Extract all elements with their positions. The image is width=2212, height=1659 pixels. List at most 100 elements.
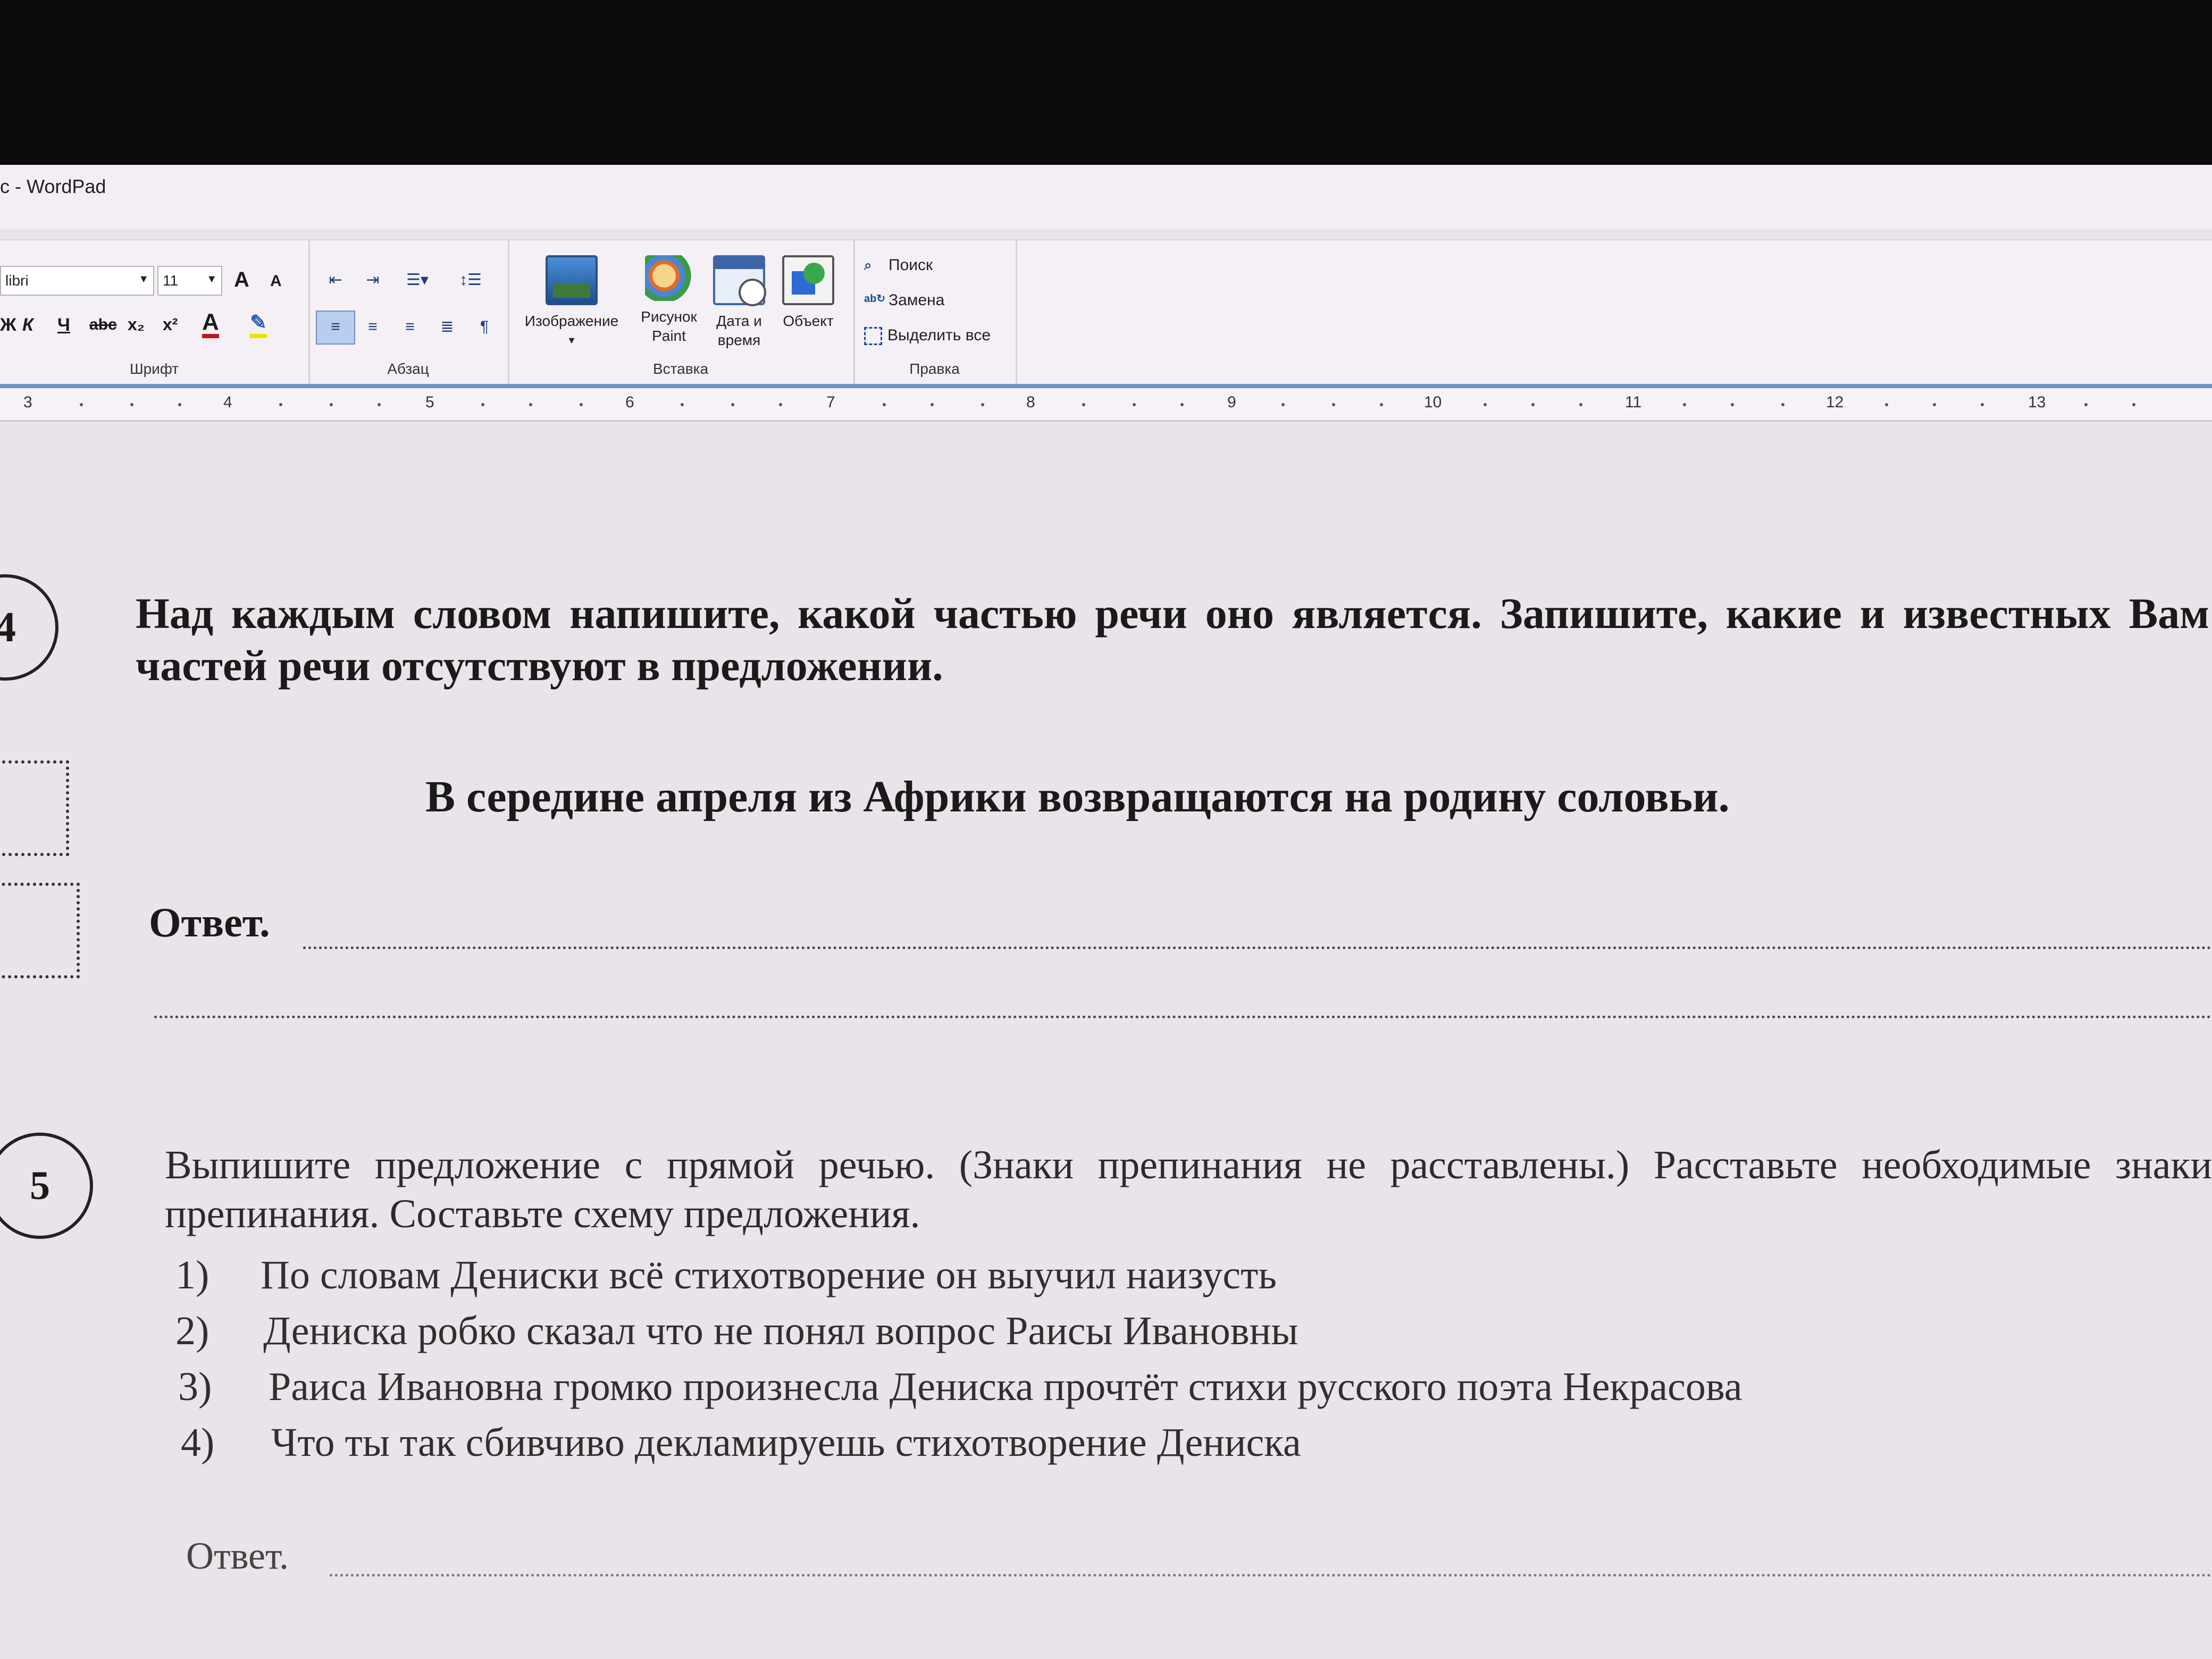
ruler-tick bbox=[580, 403, 583, 406]
underline-button[interactable]: Ч bbox=[57, 315, 70, 336]
task-4-number: 4 bbox=[0, 574, 58, 681]
insert-paint-label-1: Рисунок bbox=[641, 308, 697, 325]
task-4-answer-label: Ответ. bbox=[149, 899, 270, 945]
justify-icon[interactable]: ≣ bbox=[428, 311, 467, 345]
replace-icon: ab↻ bbox=[864, 293, 886, 305]
insert-group-label: Вставка bbox=[652, 361, 709, 377]
ruler-tick bbox=[681, 403, 684, 406]
paragraph-settings-icon[interactable]: ¶ bbox=[465, 311, 504, 345]
ruler-mark: 4 bbox=[223, 393, 232, 411]
italic-button[interactable]: К bbox=[22, 315, 33, 336]
wordpad-window: c - WordPad libri ▼ 11 ▼ A A Ж К Ч abc x… bbox=[0, 165, 2212, 1659]
document-area[interactable]: 4 Над каждым словом напишите, какой част… bbox=[0, 425, 2212, 1659]
font-group-label: Шрифт bbox=[129, 361, 179, 377]
option-number: 2) bbox=[175, 1309, 210, 1353]
task-5-text: Выпишите предложение с прямой речью. (Зн… bbox=[165, 1143, 2212, 1236]
ruler-tick bbox=[178, 403, 181, 406]
ruler-tick bbox=[130, 403, 133, 406]
ruler-tick bbox=[1281, 403, 1285, 406]
font-group: libri ▼ 11 ▼ A A Ж К Ч abc x₂ x² A ✎ Шри… bbox=[0, 240, 310, 384]
ruler-tick bbox=[1781, 403, 1784, 406]
ruler-mark: 11 bbox=[1625, 393, 1642, 411]
increase-indent-icon[interactable]: ⇥ bbox=[353, 264, 392, 298]
strikethrough-button[interactable]: abc bbox=[89, 316, 117, 334]
insert-datetime-label-1: Дата и bbox=[716, 313, 762, 329]
edit-group: ⌕ Поиск ab↻ Замена Выделить все Правка bbox=[853, 240, 1017, 384]
align-center-icon[interactable]: ≡ bbox=[353, 311, 392, 345]
subscript-button[interactable]: x₂ bbox=[128, 315, 145, 334]
find-button[interactable]: ⌕ Поиск bbox=[864, 256, 933, 275]
ruler-tick bbox=[1579, 403, 1582, 406]
ruler-tick bbox=[1683, 403, 1686, 406]
image-icon bbox=[546, 255, 598, 305]
insert-image-label: Изображение bbox=[524, 313, 619, 329]
bold-button[interactable]: Ж bbox=[0, 315, 16, 336]
line-spacing-icon[interactable]: ↕☰ bbox=[446, 264, 496, 298]
ruler-mark: 3 bbox=[23, 393, 32, 411]
font-name-value: libri bbox=[5, 272, 29, 289]
ruler-mark: 12 bbox=[1826, 393, 1844, 411]
ruler[interactable]: 3 4 5 6 7 8 9 10 11 12 13 bbox=[0, 388, 2212, 422]
ruler-tick bbox=[1484, 403, 1487, 406]
ruler-tick bbox=[1082, 403, 1085, 406]
task-5-answer-line bbox=[330, 1574, 2212, 1577]
task-4-answer-box-2 bbox=[0, 883, 80, 978]
insert-paint-button[interactable]: Рисунок Paint bbox=[634, 255, 703, 346]
font-size-select[interactable]: 11 ▼ bbox=[157, 266, 222, 296]
chevron-down-icon: ▼ bbox=[567, 335, 576, 346]
align-right-icon[interactable]: ≡ bbox=[390, 311, 430, 345]
ruler-tick bbox=[378, 403, 381, 406]
ruler-tick bbox=[1981, 403, 1984, 406]
task-5-number: 5 bbox=[0, 1133, 93, 1239]
ruler-tick bbox=[1731, 403, 1734, 406]
bullet-list-icon[interactable]: ☰▾ bbox=[392, 264, 442, 298]
ruler-tick bbox=[279, 403, 282, 406]
font-name-select[interactable]: libri ▼ bbox=[0, 266, 154, 296]
ruler-tick bbox=[1133, 403, 1136, 406]
option-number: 1) bbox=[175, 1253, 210, 1297]
shrink-font-button[interactable]: A bbox=[270, 272, 282, 290]
select-all-label: Выделить все bbox=[887, 326, 991, 344]
task-5-answer-label: Ответ. bbox=[186, 1535, 289, 1577]
task-4-answer-line-1 bbox=[303, 946, 2212, 949]
ruler-tick bbox=[1531, 403, 1535, 406]
align-left-icon[interactable]: ≡ bbox=[316, 311, 355, 345]
ruler-tick bbox=[2084, 403, 2088, 406]
insert-datetime-button[interactable]: Дата и время bbox=[705, 255, 774, 350]
ruler-tick bbox=[981, 403, 984, 406]
title-bar: c - WordPad bbox=[0, 165, 2212, 229]
monitor-bezel bbox=[0, 0, 2212, 175]
superscript-button[interactable]: x² bbox=[163, 315, 178, 334]
replace-button[interactable]: ab↻ Замена bbox=[864, 291, 944, 310]
ruler-tick bbox=[1380, 403, 1383, 406]
option-text: По словам Дениски всё стихотворение он в… bbox=[261, 1253, 1277, 1297]
ruler-tick bbox=[1180, 403, 1184, 406]
ruler-tick bbox=[1332, 403, 1335, 406]
insert-group: Изображение ▼ Рисунок Paint Дата и время bbox=[508, 240, 855, 384]
select-all-icon bbox=[864, 327, 882, 346]
ribbon: libri ▼ 11 ▼ A A Ж К Ч abc x₂ x² A ✎ Шри… bbox=[0, 239, 2212, 389]
text-color-button[interactable]: A bbox=[202, 311, 219, 338]
paint-palette-icon bbox=[645, 255, 693, 301]
ruler-mark: 6 bbox=[625, 393, 634, 411]
paragraph-group-label: Абзац bbox=[387, 361, 429, 377]
task-4-answer-box-1 bbox=[0, 760, 69, 856]
highlight-color-button[interactable]: ✎ bbox=[250, 312, 267, 338]
insert-paint-label-2: Paint bbox=[652, 328, 686, 344]
calendar-clock-icon bbox=[713, 255, 766, 306]
ruler-tick bbox=[80, 403, 83, 406]
ruler-tick bbox=[731, 403, 734, 406]
insert-object-button[interactable]: Объект bbox=[774, 255, 843, 331]
ruler-tick bbox=[779, 403, 782, 406]
decrease-indent-icon[interactable]: ⇤ bbox=[316, 264, 355, 298]
chevron-down-icon: ▼ bbox=[206, 273, 217, 285]
task-4-answer-line-2 bbox=[154, 1016, 2212, 1018]
ruler-tick bbox=[481, 403, 484, 406]
font-size-value: 11 bbox=[163, 272, 179, 289]
insert-image-button[interactable]: Изображение ▼ bbox=[518, 255, 625, 350]
task-4-sentence: В середине апреля из Африки возвращаются… bbox=[425, 772, 1730, 822]
select-all-button[interactable]: Выделить все bbox=[864, 326, 991, 346]
grow-font-button[interactable]: A bbox=[234, 268, 249, 292]
option-number: 4) bbox=[181, 1420, 215, 1465]
chevron-down-icon: ▼ bbox=[138, 273, 149, 285]
